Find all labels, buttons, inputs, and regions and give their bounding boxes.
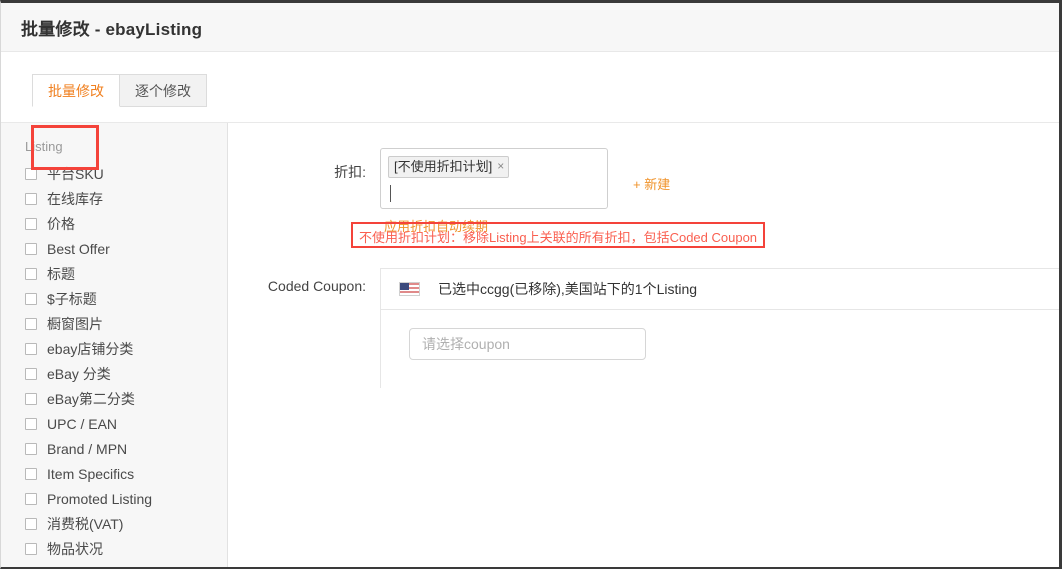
sidebar-item-label: Brand / MPN	[47, 440, 128, 457]
sidebar-item-gallery-image[interactable]: 橱窗图片	[1, 311, 227, 336]
discount-selected-tag[interactable]: [不使用折扣计划] ×	[388, 156, 510, 178]
coded-coupon-selection-text: 已选中ccgg(已移除),美国站下的1个Listing	[438, 281, 698, 297]
sidebar-item-ebay-store-category[interactable]: ebay店铺分类	[1, 336, 227, 361]
coded-coupon-label: Coded Coupon:	[267, 278, 366, 294]
coded-coupon-header-row: 已选中ccgg(已移除),美国站下的1个Listing	[381, 269, 1059, 310]
text-caret	[390, 185, 391, 202]
checkbox-icon[interactable]	[25, 242, 37, 255]
sidebar-item-label: 标题	[47, 265, 75, 282]
discount-multiselect-input[interactable]: [不使用折扣计划] ×	[380, 148, 608, 209]
checkbox-icon[interactable]	[25, 392, 37, 405]
content-area: 折扣: [不使用折扣计划] × 应用折扣自动续期 + 新建 不使用折扣计划：移除…	[228, 123, 1059, 567]
app-window: 批量修改 - ebayListing 批量修改 逐个修改 Listing 平台S…	[0, 0, 1062, 569]
checkbox-icon[interactable]	[25, 442, 37, 455]
sidebar-item-title[interactable]: 标题	[1, 261, 227, 286]
sidebar-item-subtitle[interactable]: $子标题	[1, 286, 227, 311]
body-region: Listing 平台SKU 在线库存 价格 Best Offer 标题 $子标题…	[1, 123, 1059, 567]
coded-coupon-section: Coded Coupon: 已选中ccgg(已移除),美国站下的1个Listin…	[228, 268, 1059, 388]
sidebar-item-label: eBay 分类	[47, 365, 111, 382]
tab-individual-edit[interactable]: 逐个修改	[120, 74, 207, 107]
coded-coupon-body: 请选择coupon	[381, 310, 1059, 378]
sidebar-item-label: Item Specifics	[47, 465, 135, 482]
sidebar-item-label: Promoted Listing	[47, 490, 153, 507]
tab-bar-region: 批量修改 逐个修改	[1, 52, 1059, 170]
create-new-discount-link[interactable]: + 新建	[633, 174, 670, 193]
checkbox-icon[interactable]	[25, 167, 37, 180]
us-flag-icon	[399, 282, 420, 296]
checkbox-icon[interactable]	[25, 267, 37, 280]
checkbox-icon[interactable]	[25, 492, 37, 505]
remove-tag-icon[interactable]: ×	[497, 158, 504, 175]
coded-coupon-panel: 已选中ccgg(已移除),美国站下的1个Listing 请选择coupon	[380, 268, 1059, 388]
sidebar-item-ebay-second-category[interactable]: eBay第二分类	[1, 386, 227, 411]
sidebar-item-label: 消费税(VAT)	[47, 515, 124, 532]
sidebar-item-online-stock[interactable]: 在线库存	[1, 186, 227, 211]
checkbox-icon[interactable]	[25, 217, 37, 230]
checkbox-icon[interactable]	[25, 292, 37, 305]
discount-tag-label: [不使用折扣计划]	[394, 159, 493, 174]
discount-field-body: [不使用折扣计划] × 应用折扣自动续期	[380, 148, 608, 235]
tab-batch-edit[interactable]: 批量修改	[32, 74, 120, 107]
sidebar-item-label: ebay店铺分类	[47, 340, 134, 357]
sidebar-item-label: eBay第二分类	[47, 390, 135, 407]
sidebar-item-label: Best Offer	[47, 240, 110, 257]
checkbox-icon[interactable]	[25, 517, 37, 530]
sidebar-item-label: 平台SKU	[47, 165, 104, 182]
checkbox-icon[interactable]	[25, 192, 37, 205]
sidebar-item-best-offer[interactable]: Best Offer	[1, 236, 227, 261]
checkbox-icon[interactable]	[25, 342, 37, 355]
sidebar-item-label: 橱窗图片	[47, 315, 103, 332]
checkbox-icon[interactable]	[25, 417, 37, 430]
sidebar-item-label: 在线库存	[47, 190, 103, 207]
checkbox-icon[interactable]	[25, 367, 37, 380]
sidebar-item-label: 物品状况	[47, 540, 103, 557]
checkbox-icon[interactable]	[25, 317, 37, 330]
sidebar-item-vat[interactable]: 消费税(VAT)	[1, 511, 227, 536]
sidebar-item-label: $子标题	[47, 290, 97, 307]
checkbox-icon[interactable]	[25, 467, 37, 480]
sidebar-item-label: UPC / EAN	[47, 415, 118, 432]
flag-canton	[400, 283, 409, 290]
sidebar-item-price[interactable]: 价格	[1, 211, 227, 236]
sidebar-item-promoted-listing[interactable]: Promoted Listing	[1, 486, 227, 511]
page-title: 批量修改 - ebayListing	[21, 19, 203, 39]
discount-form-row: 折扣: [不使用折扣计划] × 应用折扣自动续期 + 新建	[228, 123, 1059, 235]
sidebar-item-upc-ean[interactable]: UPC / EAN	[1, 411, 227, 436]
coupon-select-input[interactable]: 请选择coupon	[409, 328, 646, 360]
sidebar-item-item-condition[interactable]: 物品状况	[1, 536, 227, 561]
checkbox-icon[interactable]	[25, 542, 37, 555]
sidebar-group-label: Listing	[25, 139, 63, 154]
discount-label: 折扣:	[334, 164, 366, 180]
sidebar-item-platform-sku[interactable]: 平台SKU	[1, 161, 227, 186]
sidebar-item-label: 价格	[47, 215, 75, 232]
tab-bar: 批量修改 逐个修改	[32, 74, 207, 107]
sidebar-item-brand-mpn[interactable]: Brand / MPN	[1, 436, 227, 461]
page-header: 批量修改 - ebayListing	[1, 3, 1059, 52]
sidebar-item-item-specifics[interactable]: Item Specifics	[1, 461, 227, 486]
sidebar: Listing 平台SKU 在线库存 价格 Best Offer 标题 $子标题…	[1, 123, 228, 567]
sidebar-item-ebay-category[interactable]: eBay 分类	[1, 361, 227, 386]
discount-warning-text: 不使用折扣计划：移除Listing上关联的所有折扣，包括Coded Coupon	[359, 230, 758, 245]
